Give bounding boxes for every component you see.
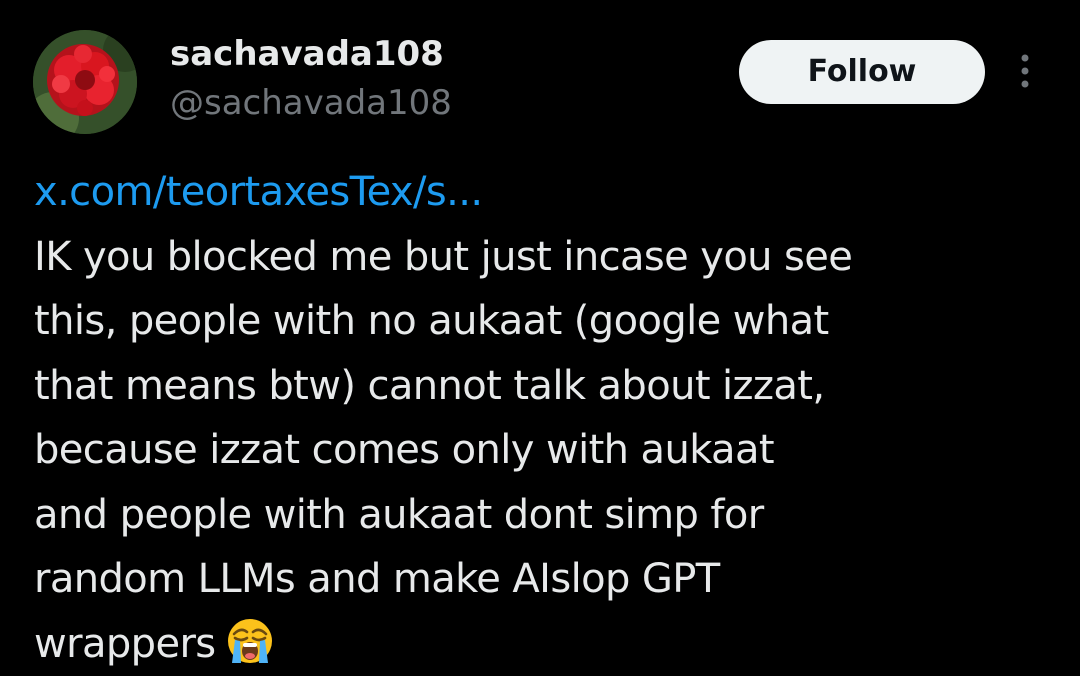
tweet-line-text: wrappers [34,621,216,667]
tweet-line-last: wrappers [34,612,1044,676]
tweet-text: x.com/teortaxesTex/s... IK you blocked m… [34,160,1044,676]
more-options-button[interactable] [1010,52,1040,92]
tweet-link[interactable]: x.com/teortaxesTex/s... [34,160,1044,225]
red-flower-avatar-icon [33,30,137,134]
tweet-line: and people with aukaat dont simp for [34,483,1044,548]
author-display-name[interactable]: sachavada108 [170,34,444,74]
tweet-line: random LLMs and make AIslop GPT [34,547,1044,612]
tweet-line: this, people with no aukaat (google what [34,289,1044,354]
tweet-line: because izzat comes only with aukaat [34,418,1044,483]
author-handle[interactable]: @sachavada108 [170,82,452,124]
more-vertical-icon [1010,52,1040,92]
follow-button[interactable]: Follow [739,40,985,104]
loudly-crying-face-emoji-icon [226,617,274,665]
tweet-line: IK you blocked me but just incase you se… [34,225,1044,290]
tweet-line: that means btw) cannot talk about izzat, [34,354,1044,419]
author-avatar[interactable] [33,30,137,134]
